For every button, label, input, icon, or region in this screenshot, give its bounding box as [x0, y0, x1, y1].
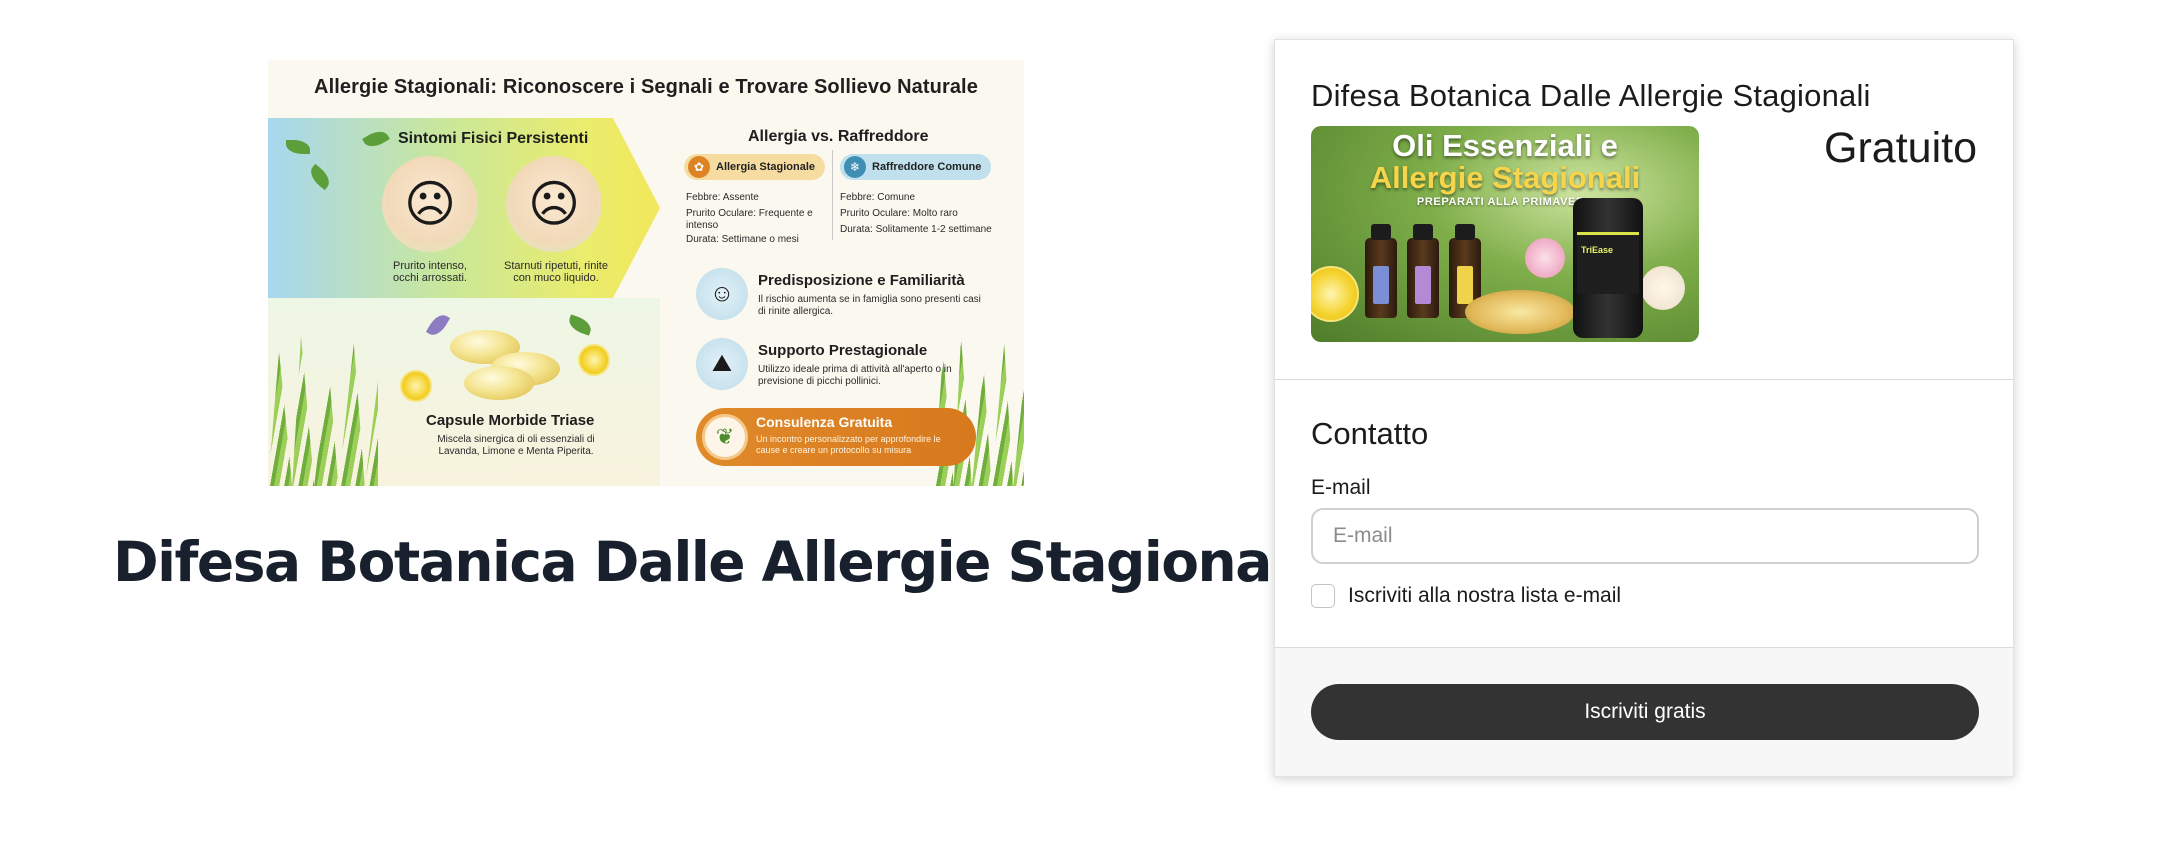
feature-2-description: Utilizzo ideale prima di attività all'ap… — [758, 364, 952, 387]
lavender-bottle — [1407, 224, 1439, 318]
supplement-jar: TriEase — [1573, 198, 1643, 338]
comparison-heading: Allergia vs. Raffreddore — [748, 128, 929, 145]
leaf-icon: ❦ — [702, 414, 748, 460]
symptom-1-text: Prurito intenso, occhi arrossati. — [393, 260, 467, 284]
consultation-badge: ❦ Consulenza Gratuita Un incontro person… — [696, 408, 976, 466]
feature-1-description: Il rischio aumenta se in famiglia sono p… — [758, 294, 981, 317]
flower-icon: ✿ — [688, 156, 710, 178]
allergy-fact: Durata: Settimane o mesi — [686, 234, 799, 245]
symptoms-heading: Sintomi Fisici Persistenti — [398, 130, 589, 147]
newsletter-checkbox[interactable] — [1311, 584, 1335, 608]
page-title: Difesa Botanica Dalle Allergie Stagional… — [113, 530, 1307, 594]
price-label: Gratuito — [1824, 124, 1977, 172]
capsule-icon — [464, 366, 534, 400]
lemon-icon — [400, 370, 432, 402]
consultation-title: Consulenza Gratuita — [756, 414, 893, 430]
email-input[interactable] — [1311, 508, 1979, 564]
email-label: E-mail — [1311, 476, 1371, 499]
jar-label: TriEase — [1581, 245, 1614, 255]
subscribe-button[interactable]: Iscriviti gratis — [1311, 684, 1979, 740]
cold-fact: Durata: Solitamente 1-2 settimane — [840, 224, 992, 235]
lemon-icon — [578, 344, 610, 376]
face-coughing-icon: ☹ — [506, 156, 602, 252]
signup-card: Difesa Botanica Dalle Allergie Stagional… — [1274, 39, 2014, 777]
feature-1-title: Predisposizione e Familiarità — [758, 272, 965, 289]
softgels-bowl — [1465, 290, 1575, 334]
comparison-divider — [832, 150, 833, 240]
card-title: Difesa Botanica Dalle Allergie Stagional… — [1311, 78, 1871, 113]
cold-pill: ❄ Raffreddore Comune — [840, 154, 992, 180]
product-image-title: Oli Essenziali e — [1392, 128, 1618, 163]
card-header: Difesa Botanica Dalle Allergie Stagional… — [1275, 40, 2013, 380]
cold-fact: Prurito Oculare: Molto raro — [840, 208, 958, 219]
product-image-subtitle: Allergie Stagionali — [1369, 160, 1641, 195]
capsule-description: Miscela sinergica di oli essenziali di L… — [437, 434, 595, 457]
allergy-fact: Prurito Oculare: Frequente e intenso — [686, 208, 813, 231]
hiker-icon: ⛰ — [696, 338, 748, 390]
family-icon: ☺ — [696, 268, 748, 320]
cold-fact: Febbre: Comune — [840, 192, 916, 203]
symptom-2-text: Starnuti ripetuti, rinite con muco liqui… — [504, 260, 608, 284]
feature-2-title: Supporto Prestagionale — [758, 342, 928, 359]
flower-icon — [1641, 266, 1685, 310]
face-sneezing-icon: ☹ — [382, 156, 478, 252]
contact-form: Contatto E-mail Iscriviti alla nostra li… — [1275, 380, 2013, 648]
card-footer: Iscriviti gratis — [1275, 648, 2013, 776]
allergy-fact: Febbre: Assente — [686, 192, 759, 203]
infographic-image: Allergie Stagionali: Riconoscere i Segna… — [268, 60, 1024, 486]
infographic-title: Allergie Stagionali: Riconoscere i Segna… — [314, 76, 978, 98]
newsletter-label[interactable]: Iscriviti alla nostra lista e-mail — [1348, 584, 1621, 608]
allergy-pill-label: Allergia Stagionale — [716, 161, 816, 173]
peppermint-bottle — [1365, 224, 1397, 318]
product-image: Oli Essenziali e Allergie Stagionali PRE… — [1311, 126, 1699, 342]
lemon-icon — [1311, 266, 1359, 322]
consultation-description: Un incontro personalizzato per approfond… — [756, 434, 941, 455]
contact-heading: Contatto — [1311, 416, 1429, 451]
cold-pill-label: Raffreddore Comune — [872, 161, 982, 173]
snowflake-icon: ❄ — [844, 156, 866, 178]
flower-icon — [1525, 238, 1565, 278]
capsule-heading: Capsule Morbide Triase — [426, 412, 595, 429]
allergy-pill: ✿ Allergia Stagionale — [684, 154, 826, 180]
